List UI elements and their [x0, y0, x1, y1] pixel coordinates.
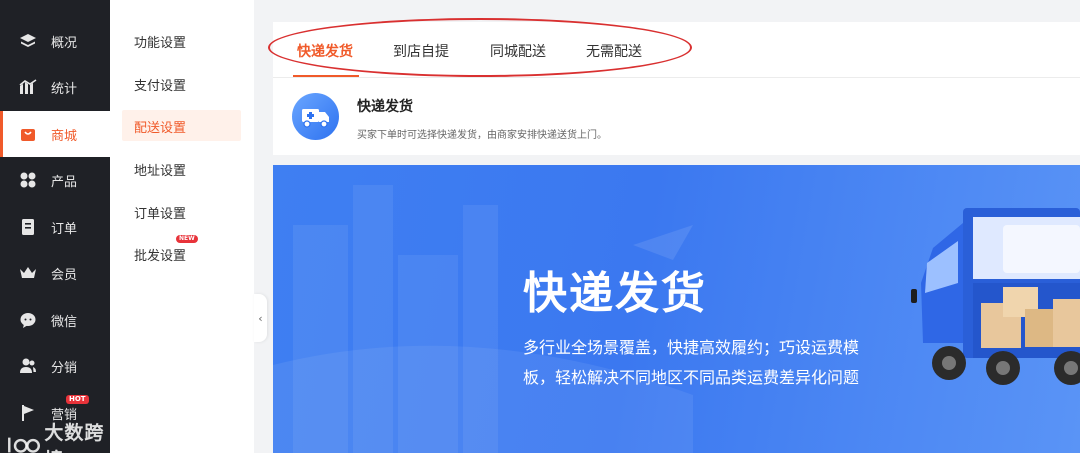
express-banner: 快递发货 多行业全场景覆盖，快捷高效履约；巧设运费模 板，轻松解决不同地区不同品…: [273, 165, 1080, 453]
order-icon: [22, 219, 34, 235]
submenu-label: 订单设置: [134, 207, 187, 222]
nav-item-label: 会员: [51, 268, 78, 283]
shop-icon: [21, 129, 35, 141]
banner-subtitle-line-2: 板，轻松解决不同地区不同品类运费差异化问题: [523, 368, 860, 387]
crown-icon: [20, 267, 36, 278]
truck-icon: [292, 93, 339, 140]
hot-badge: HOT: [66, 395, 89, 404]
chevron-left-icon: ‹: [258, 311, 263, 325]
active-tab-indicator: [293, 75, 359, 77]
nav-item-label: 商城: [51, 129, 78, 144]
nav-item-label: 分销: [51, 361, 78, 376]
nav-item-label: 概况: [51, 36, 78, 51]
info-description: 买家下单时可选择快递发货，由商家安排快递送货上门。: [357, 130, 607, 141]
nav-item-orders[interactable]: 订单: [0, 204, 110, 250]
submenu-item-order[interactable]: 订单设置: [122, 196, 241, 227]
nav-item-products[interactable]: 产品: [0, 157, 110, 203]
banner-title: 快递发货: [523, 268, 707, 319]
submenu-item-payment[interactable]: 支付设置: [122, 68, 241, 99]
submenu-item-function[interactable]: 功能设置: [122, 25, 241, 56]
delivery-card: 快递发货 到店自提 同城配送 无需配送 快递发货 买家下单时可选择快递发货，由商…: [273, 22, 1080, 155]
banner-subtitle: 多行业全场景覆盖，快捷高效履约；巧设运费模 板，轻松解决不同地区不同品类运费差异…: [523, 333, 903, 393]
delivery-truck-illustration: [911, 208, 1080, 385]
layers-icon: [20, 34, 36, 47]
submenu-label: 地址设置: [134, 164, 187, 179]
nav-item-stats[interactable]: 统计: [0, 64, 110, 110]
watermark: 大数跨境: [6, 418, 110, 453]
submenu-item-delivery[interactable]: 配送设置: [122, 110, 241, 141]
chat-icon: [20, 313, 36, 328]
collapse-sidebar-button[interactable]: ‹: [254, 294, 267, 342]
nav-item-wechat[interactable]: 微信: [0, 297, 110, 343]
grid-icon: [20, 172, 36, 188]
submenu-label: 配送设置: [134, 121, 187, 136]
submenu-item-address[interactable]: 地址设置: [122, 153, 241, 184]
nav-item-distribution[interactable]: 分销: [0, 343, 110, 389]
tab-local-delivery[interactable]: 同城配送: [490, 41, 546, 61]
nav-item-overview[interactable]: 概况: [0, 18, 110, 64]
banner-subtitle-line-1: 多行业全场景覆盖，快捷高效履约；巧设运费模: [523, 338, 860, 357]
submenu-label: 支付设置: [134, 79, 187, 94]
nav-item-label: 微信: [51, 315, 78, 330]
info-title: 快递发货: [357, 99, 413, 115]
nav-item-label: 订单: [51, 222, 78, 237]
settings-submenu: 功能设置 支付设置 配送设置 地址设置 订单设置 批发设置 NEW: [110, 0, 254, 453]
nav-item-mall[interactable]: 商城: [0, 111, 110, 157]
app-root: 概况 统计 商城 产品 订单 会员 微信 分销 营销 HOT 大数跨 功能设置 …: [0, 0, 1080, 453]
submenu-label: 功能设置: [134, 36, 187, 51]
watermark-logo-icon: [8, 437, 41, 453]
users-icon: [20, 358, 36, 373]
nav-item-members[interactable]: 会员: [0, 250, 110, 296]
new-badge: NEW: [176, 235, 198, 243]
watermark-text: 大数跨境: [44, 422, 105, 453]
nav-item-label: 产品: [51, 175, 78, 190]
delivery-tabs: 快递发货 到店自提 同城配送 无需配送: [273, 22, 1080, 78]
tab-pickup[interactable]: 到店自提: [393, 41, 449, 61]
nav-item-label: 统计: [51, 82, 78, 97]
submenu-label: 批发设置: [134, 249, 187, 264]
primary-sidebar: 概况 统计 商城 产品 订单 会员 微信 分销 营销 HOT 大数跨: [0, 0, 110, 453]
tab-express[interactable]: 快递发货: [297, 41, 353, 61]
chart-icon: [19, 79, 37, 94]
tab-no-delivery[interactable]: 无需配送: [586, 41, 642, 61]
submenu-item-wholesale[interactable]: 批发设置 NEW: [122, 235, 241, 269]
